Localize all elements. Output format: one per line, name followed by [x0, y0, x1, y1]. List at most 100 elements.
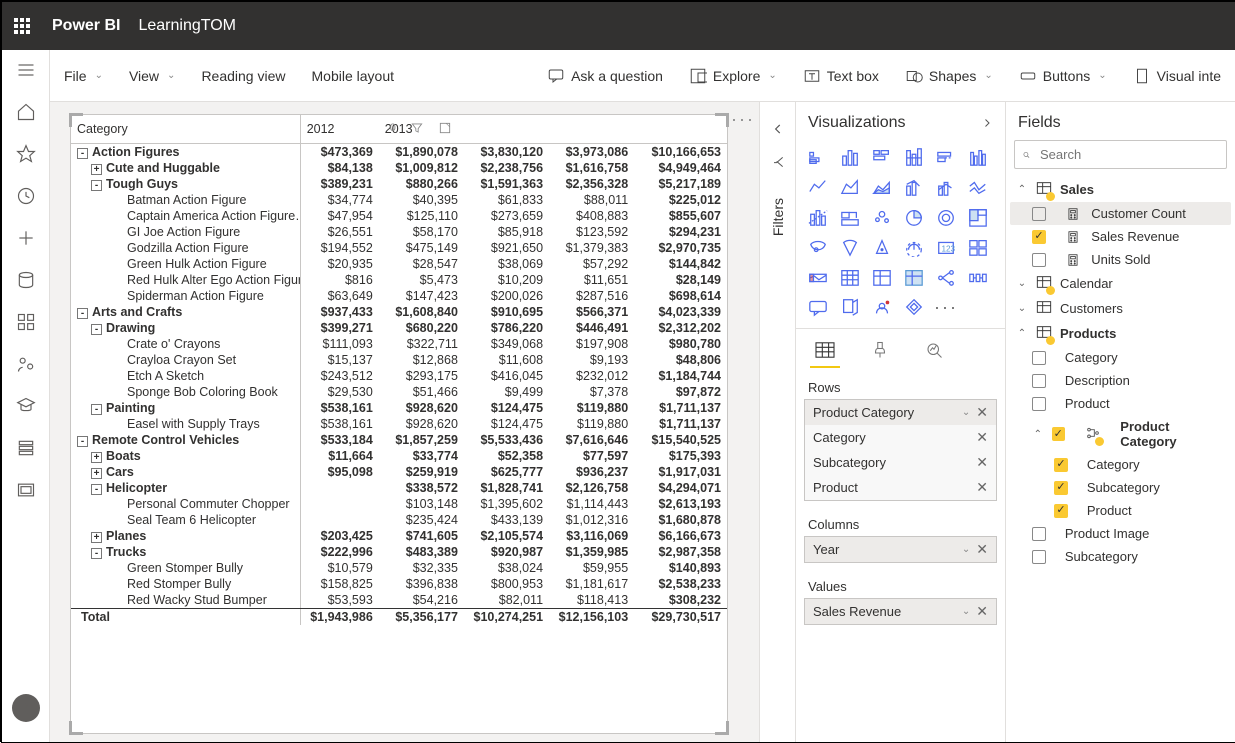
fields-search[interactable]: [1014, 140, 1227, 169]
reading-view-button[interactable]: Reading view: [201, 68, 285, 84]
viz-type-29[interactable]: [964, 264, 992, 290]
table-row[interactable]: Crayloa Crayon Set$15,137$12,868$11,608$…: [71, 352, 727, 368]
tree-row[interactable]: Product: [1010, 392, 1231, 415]
viz-type-20[interactable]: [868, 234, 896, 260]
viz-type-22[interactable]: 123: [932, 234, 960, 260]
datasets-icon[interactable]: [16, 270, 36, 290]
table-row[interactable]: Batman Action Figure$34,774$40,395$61,83…: [71, 192, 727, 208]
table-row[interactable]: Sponge Bob Coloring Book$29,530$51,466$9…: [71, 384, 727, 400]
viz-type-28[interactable]: [932, 264, 960, 290]
favorites-icon[interactable]: [16, 144, 36, 164]
viz-type-11[interactable]: [964, 174, 992, 200]
my-workspace-icon[interactable]: [12, 694, 40, 722]
columns-item-year[interactable]: Year: [813, 542, 839, 557]
tree-row[interactable]: ⌄Customers: [1010, 296, 1231, 321]
report-canvas[interactable]: ··· Category 2012 2013: [50, 102, 759, 742]
tree-row[interactable]: ⌃ Product Category: [1010, 415, 1231, 453]
table-row[interactable]: GI Joe Action Figure$26,551$58,170$85,91…: [71, 224, 727, 240]
focus-mode-icon[interactable]: [438, 121, 452, 135]
rows-well[interactable]: Product Category⌄✕ Category✕ Subcategory…: [804, 399, 997, 501]
viz-type-33[interactable]: [900, 294, 928, 320]
filter-icon[interactable]: [410, 121, 424, 135]
values-item-revenue[interactable]: Sales Revenue: [813, 604, 901, 619]
viz-type-0[interactable]: [804, 144, 832, 170]
table-row[interactable]: Easel with Supply Trays$538,161$928,620$…: [71, 416, 727, 432]
tree-row[interactable]: ⌄Calendar: [1010, 271, 1231, 296]
tree-row[interactable]: ⌃Sales: [1010, 177, 1231, 202]
viz-type-26[interactable]: [868, 264, 896, 290]
explore-menu[interactable]: Explore⌄: [689, 67, 777, 85]
table-row[interactable]: -Tough Guys$389,231$880,266$1,591,363$2,…: [71, 176, 727, 192]
viz-type-24[interactable]: [804, 264, 832, 290]
workspaces-icon[interactable]: [16, 438, 36, 458]
tree-row[interactable]: Product: [1010, 499, 1231, 522]
rows-item-product[interactable]: Product: [813, 480, 858, 495]
table-row[interactable]: +Planes$203,425$741,605$2,105,574$3,116,…: [71, 528, 727, 544]
ask-question-button[interactable]: Ask a question: [547, 67, 663, 85]
table-row[interactable]: Red Hulk Alter Ego Action Figure$816$5,4…: [71, 272, 727, 288]
table-row[interactable]: Personal Commuter Chopper$103,148$1,395,…: [71, 496, 727, 512]
table-row[interactable]: -Helicopter$338,572$1,828,741$2,126,758$…: [71, 480, 727, 496]
visual-interactions-button[interactable]: Visual inte: [1133, 67, 1221, 85]
viz-type-21[interactable]: [900, 234, 928, 260]
shared-icon[interactable]: [16, 354, 36, 374]
shapes-menu[interactable]: Shapes⌄: [905, 67, 993, 85]
filters-pane-collapsed[interactable]: Filters: [759, 102, 795, 742]
viz-type-31[interactable]: [836, 294, 864, 320]
view-menu[interactable]: View⌄: [129, 68, 175, 84]
create-icon[interactable]: [16, 228, 36, 248]
analytics-tab[interactable]: [920, 337, 948, 368]
table-row[interactable]: Spiderman Action Figure$63,649$147,423$2…: [71, 288, 727, 304]
tree-row[interactable]: Subcategory: [1010, 476, 1231, 499]
viz-type-12[interactable]: [804, 204, 832, 230]
table-row[interactable]: -Action Figures$473,369$1,890,078$3,830,…: [71, 143, 727, 160]
chevron-left-icon[interactable]: [771, 122, 785, 136]
table-row[interactable]: Green Stomper Bully$10,579$32,335$38,024…: [71, 560, 727, 576]
tree-row[interactable]: Product Image: [1010, 522, 1231, 545]
tree-row[interactable]: ⌃Products: [1010, 321, 1231, 346]
viz-type-34[interactable]: ···: [932, 294, 960, 320]
remove-revenue[interactable]: ✕: [976, 603, 988, 620]
viz-type-15[interactable]: [900, 204, 928, 230]
home-icon[interactable]: [16, 102, 36, 122]
hamburger-icon[interactable]: [16, 60, 36, 80]
tree-row[interactable]: Customer Count: [1010, 202, 1231, 225]
table-row[interactable]: -Arts and Crafts$937,433$1,608,840$910,6…: [71, 304, 727, 320]
table-row[interactable]: Seal Team 6 Helicopter$235,424$433,139$1…: [71, 512, 727, 528]
table-row[interactable]: -Drawing$399,271$680,220$786,220$446,491…: [71, 320, 727, 336]
fields-search-input[interactable]: [1038, 146, 1218, 163]
table-row[interactable]: -Painting$538,161$928,620$124,475$119,88…: [71, 400, 727, 416]
remove-category[interactable]: ✕: [976, 429, 988, 446]
fields-tab[interactable]: [810, 337, 840, 368]
table-row[interactable]: -Remote Control Vehicles$533,184$1,857,2…: [71, 432, 727, 448]
remove-year[interactable]: ✕: [976, 541, 988, 558]
viz-type-30[interactable]: [804, 294, 832, 320]
tree-row[interactable]: Category: [1010, 453, 1231, 476]
remove-subcategory[interactable]: ✕: [976, 454, 988, 471]
viz-type-6[interactable]: [804, 174, 832, 200]
table-row[interactable]: +Cute and Huggable$84,138$1,009,812$2,23…: [71, 160, 727, 176]
recent-icon[interactable]: [16, 186, 36, 206]
table-row[interactable]: Green Hulk Action Figure$20,935$28,547$3…: [71, 256, 727, 272]
tree-row[interactable]: Units Sold: [1010, 248, 1231, 271]
columns-well[interactable]: Year⌄✕: [804, 536, 997, 563]
apps-icon[interactable]: [16, 312, 36, 332]
tree-row[interactable]: Sales Revenue: [1010, 225, 1231, 248]
viz-type-5[interactable]: [964, 144, 992, 170]
viz-type-8[interactable]: [868, 174, 896, 200]
table-row[interactable]: Crate o' Crayons$111,093$322,711$349,068…: [71, 336, 727, 352]
mobile-layout-button[interactable]: Mobile layout: [312, 68, 395, 84]
resize-handle-bl[interactable]: [69, 721, 83, 735]
table-row[interactable]: Etch A Sketch$243,512$293,175$416,045$23…: [71, 368, 727, 384]
viz-type-23[interactable]: [964, 234, 992, 260]
viz-type-27[interactable]: [900, 264, 928, 290]
viz-type-10[interactable]: [932, 174, 960, 200]
viz-type-16[interactable]: [932, 204, 960, 230]
table-row[interactable]: Godzilla Action Figure$194,552$475,149$9…: [71, 240, 727, 256]
format-tab[interactable]: [866, 337, 894, 368]
learn-icon[interactable]: [16, 396, 36, 416]
matrix-col-2013[interactable]: 2013 0: [379, 115, 464, 143]
viz-type-17[interactable]: [964, 204, 992, 230]
matrix-corner-header[interactable]: Category: [71, 115, 300, 143]
table-row[interactable]: -Trucks$222,996$483,389$920,987$1,359,98…: [71, 544, 727, 560]
